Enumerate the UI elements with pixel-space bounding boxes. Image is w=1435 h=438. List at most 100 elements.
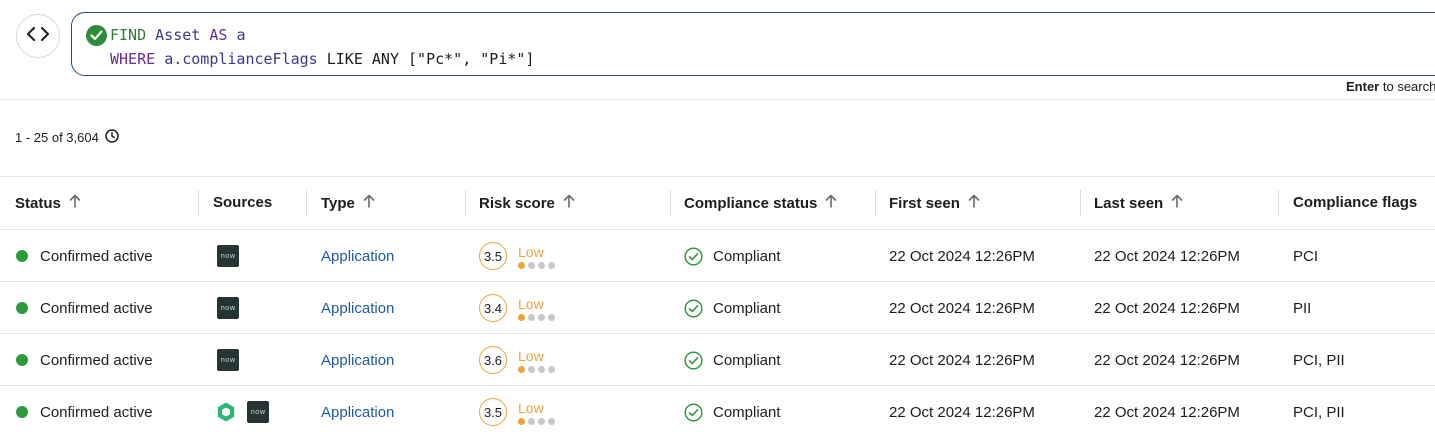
first-seen-cell: 22 Oct 2024 12:26PM xyxy=(889,351,1035,369)
compliance-flags-cell: PII xyxy=(1293,299,1312,317)
risk-score-badge: 3.4 xyxy=(479,294,507,322)
risk-score-cell: 3.5 Low xyxy=(479,230,555,282)
compliance-status-cell: Compliant xyxy=(684,282,781,334)
check-circle-icon xyxy=(684,298,703,318)
last-seen-cell: 22 Oct 2024 12:26PM xyxy=(1094,403,1240,421)
column-label: Last seen xyxy=(1094,194,1164,212)
status-active-dot-icon xyxy=(16,250,28,262)
compliance-text: Compliant xyxy=(713,299,781,317)
table-row[interactable]: Confirmed active now Application 3.4 Low … xyxy=(0,282,1435,334)
servicenow-icon[interactable]: now xyxy=(217,349,239,371)
last-seen-cell: 22 Oct 2024 12:26PM xyxy=(1094,299,1240,317)
code-brackets-icon xyxy=(27,26,49,46)
check-circle-icon xyxy=(684,350,703,370)
column-header-status[interactable]: Status xyxy=(15,194,81,212)
status-cell: Confirmed active xyxy=(16,386,153,438)
column-header-risk-score[interactable]: Risk score xyxy=(479,194,575,212)
hexagon-source-icon[interactable] xyxy=(215,401,237,423)
status-text: Confirmed active xyxy=(40,351,153,369)
sort-arrow-up-icon[interactable] xyxy=(363,194,375,212)
sources-cell: now xyxy=(217,230,239,282)
column-label: Type xyxy=(321,194,355,212)
sources-cell: now xyxy=(217,282,239,334)
sort-arrow-up-icon[interactable] xyxy=(1171,194,1183,212)
divider xyxy=(0,99,1435,100)
column-divider[interactable] xyxy=(875,190,876,216)
sort-arrow-up-icon[interactable] xyxy=(825,194,837,212)
type-link[interactable]: Application xyxy=(321,334,394,386)
column-divider[interactable] xyxy=(465,190,466,216)
query-entity: Asset xyxy=(155,26,201,44)
column-divider[interactable] xyxy=(198,190,199,216)
type-link[interactable]: Application xyxy=(321,282,394,334)
column-header-compliance-status[interactable]: Compliance status xyxy=(684,194,837,212)
column-divider[interactable] xyxy=(1278,190,1279,216)
code-view-toggle-button[interactable] xyxy=(16,14,60,58)
results-count-text: 1 - 25 of 3,604 xyxy=(15,130,99,145)
check-circle-icon xyxy=(684,402,703,422)
sort-arrow-up-icon[interactable] xyxy=(968,194,980,212)
status-active-dot-icon xyxy=(16,406,28,418)
compliance-flags-cell: PCI, PII xyxy=(1293,403,1345,421)
hint-key: Enter xyxy=(1346,79,1380,94)
column-divider[interactable] xyxy=(670,190,671,216)
type-link[interactable]: Application xyxy=(321,386,394,438)
query-keyword-as: AS xyxy=(209,26,228,44)
status-cell: Confirmed active xyxy=(16,230,153,282)
compliance-status-cell: Compliant xyxy=(684,386,781,438)
last-seen-cell: 22 Oct 2024 12:26PM xyxy=(1094,351,1240,369)
risk-score-cell: 3.6 Low xyxy=(479,334,555,386)
clock-icon[interactable] xyxy=(105,129,119,146)
table-row[interactable]: Confirmed active now Application 3.5 Low … xyxy=(0,230,1435,282)
table-row[interactable]: Confirmed active now Application 3.5 Low … xyxy=(0,386,1435,438)
results-count: 1 - 25 of 3,604 xyxy=(15,129,119,146)
sort-arrow-up-icon[interactable] xyxy=(563,194,575,212)
query-line-2: WHERE a.complianceFlags LIKE ANY ["Pc*",… xyxy=(110,50,534,68)
servicenow-icon[interactable]: now xyxy=(217,245,239,267)
query-editor[interactable]: FIND Asset AS a WHERE a.complianceFlags … xyxy=(71,12,1435,76)
servicenow-icon-text: now xyxy=(220,304,236,312)
check-circle-icon xyxy=(86,25,107,46)
search-hint: Enter to search xyxy=(1346,79,1435,94)
first-seen-cell: 22 Oct 2024 12:26PM xyxy=(889,403,1035,421)
risk-level-dots xyxy=(518,365,555,373)
status-text: Confirmed active xyxy=(40,403,153,421)
query-keyword-where: WHERE xyxy=(110,50,156,68)
risk-level-dots xyxy=(518,313,555,321)
query-field: a.complianceFlags xyxy=(164,50,318,68)
type-link[interactable]: Application xyxy=(321,230,394,282)
risk-level-dots xyxy=(518,261,555,269)
column-header-sources[interactable]: Sources xyxy=(213,194,272,211)
hint-text: to search xyxy=(1382,79,1435,94)
column-header-type[interactable]: Type xyxy=(321,194,375,212)
column-header-last-seen[interactable]: Last seen xyxy=(1094,194,1183,212)
check-circle-icon xyxy=(684,246,703,266)
query-condition: LIKE ANY ["Pc*", "Pi*"] xyxy=(326,50,535,68)
sources-cell: now xyxy=(215,386,269,438)
risk-score-cell: 3.4 Low xyxy=(479,282,555,334)
column-divider[interactable] xyxy=(306,190,307,216)
compliance-status-cell: Compliant xyxy=(684,334,781,386)
compliance-text: Compliant xyxy=(713,247,781,265)
sort-arrow-up-icon[interactable] xyxy=(69,194,81,212)
risk-level-label: Low xyxy=(518,295,544,312)
column-label: Compliance status xyxy=(684,194,818,212)
column-header-first-seen[interactable]: First seen xyxy=(889,194,980,212)
servicenow-icon-text: now xyxy=(220,252,236,260)
column-label: Risk score xyxy=(479,194,555,212)
servicenow-icon-text: now xyxy=(220,356,236,364)
risk-level-label: Low xyxy=(518,347,544,364)
column-divider[interactable] xyxy=(1080,190,1081,216)
compliance-flags-cell: PCI, PII xyxy=(1293,351,1345,369)
first-seen-cell: 22 Oct 2024 12:26PM xyxy=(889,247,1035,265)
risk-score-cell: 3.5 Low xyxy=(479,386,555,438)
column-label: Compliance flags xyxy=(1293,194,1418,211)
table-row[interactable]: Confirmed active now Application 3.6 Low … xyxy=(0,334,1435,386)
servicenow-icon[interactable]: now xyxy=(217,297,239,319)
status-cell: Confirmed active xyxy=(16,334,153,386)
risk-score-badge: 3.5 xyxy=(479,242,507,270)
last-seen-cell: 22 Oct 2024 12:26PM xyxy=(1094,247,1240,265)
column-header-compliance-flags[interactable]: Compliance flags xyxy=(1293,194,1417,211)
column-label: Sources xyxy=(213,194,273,211)
servicenow-icon[interactable]: now xyxy=(247,401,269,423)
